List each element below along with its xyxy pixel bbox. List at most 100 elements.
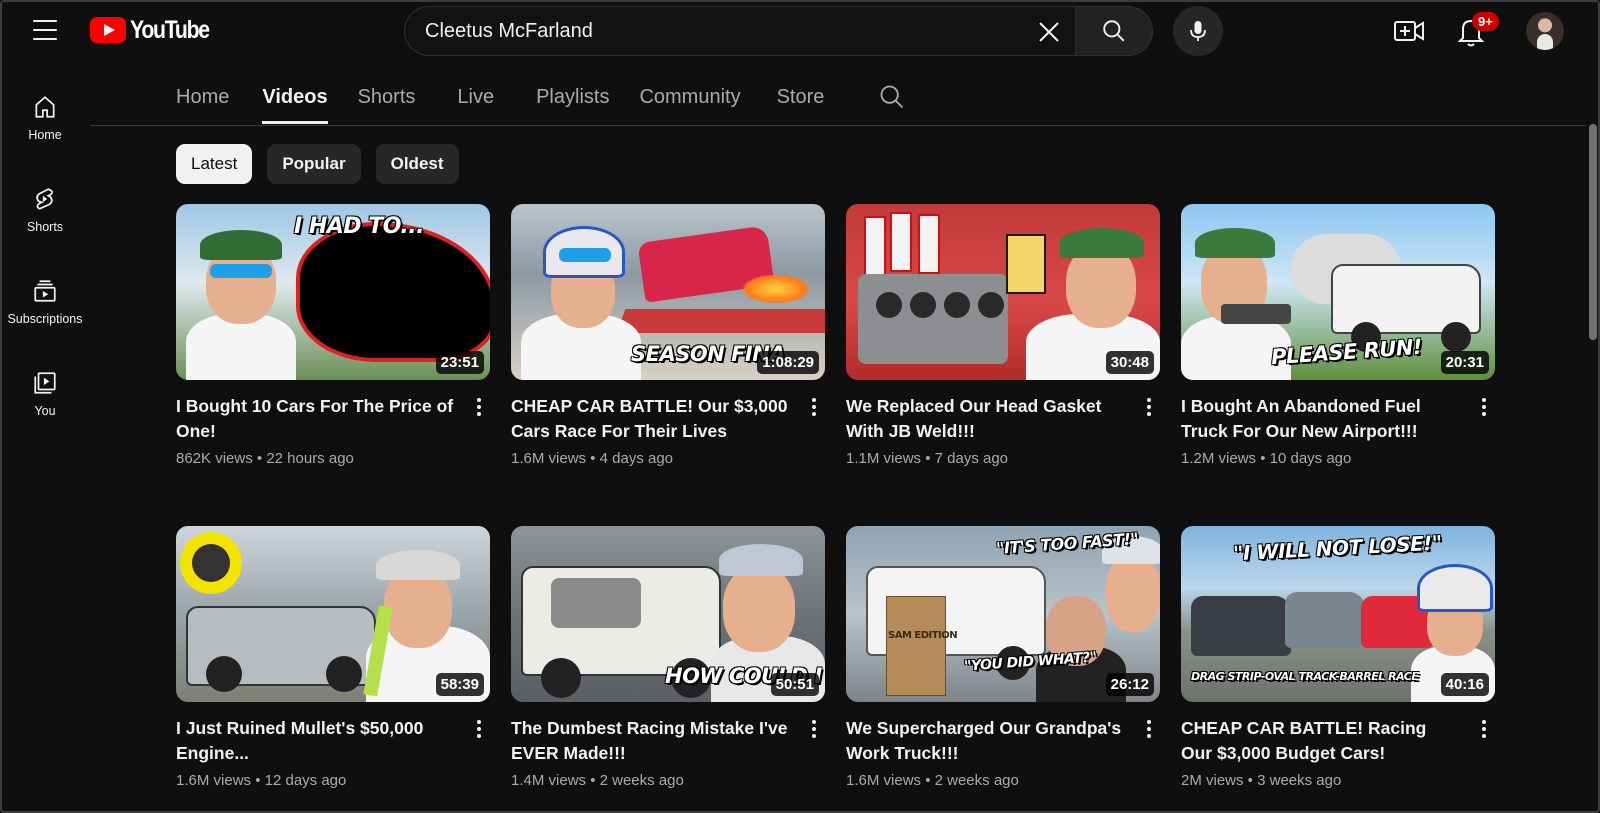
upload-age: 2 weeks ago: [934, 772, 1019, 789]
video-more-actions-icon[interactable]: [1473, 394, 1495, 420]
tabs-divider: [90, 125, 1586, 126]
microphone-icon: [1190, 21, 1206, 41]
youtube-logo[interactable]: YouTube: [90, 16, 223, 44]
video-details: CHEAP CAR BATTLE! Our $3,000 Cars Race F…: [511, 394, 825, 467]
tab-home[interactable]: Home: [176, 72, 229, 124]
view-count: 1.6M views: [846, 772, 922, 789]
search-button[interactable]: [1075, 6, 1153, 56]
video-thumbnail[interactable]: "I WILL NOT LOSE!" DRAG STRIP-OVAL TRACK…: [1181, 526, 1495, 702]
video-thumbnail[interactable]: HOW COULD I 50:51: [511, 526, 825, 702]
video-more-actions-icon[interactable]: [468, 716, 490, 742]
video-card: I HAD TO... 23:51 I Bought 10 Cars For T…: [176, 204, 490, 526]
video-title[interactable]: CHEAP CAR BATTLE! Our $3,000 Cars Race F…: [511, 394, 791, 444]
tab-community[interactable]: Community: [639, 72, 740, 124]
view-count: 1.6M views: [176, 772, 252, 789]
tab-live[interactable]: Live: [457, 72, 494, 124]
video-title[interactable]: The Dumbest Racing Mistake I've EVER Mad…: [511, 716, 791, 766]
channel-search-icon[interactable]: [878, 83, 906, 111]
video-duration: 50:51: [770, 673, 819, 696]
sidebar-item-subscriptions[interactable]: Subscriptions: [0, 264, 90, 356]
sidebar-item-shorts[interactable]: Shorts: [0, 172, 90, 264]
video-more-actions-icon[interactable]: [803, 394, 825, 420]
video-card: "I WILL NOT LOSE!" DRAG STRIP-OVAL TRACK…: [1181, 526, 1495, 813]
video-title[interactable]: I Bought 10 Cars For The Price of One!: [176, 394, 456, 444]
video-details: I Bought An Abandoned Fuel Truck For Our…: [1181, 394, 1495, 467]
page-scrollbar[interactable]: [1589, 124, 1597, 340]
account-avatar[interactable]: [1526, 12, 1564, 50]
video-title[interactable]: We Supercharged Our Grandpa's Work Truck…: [846, 716, 1126, 766]
home-icon: [35, 96, 55, 118]
video-more-actions-icon[interactable]: [803, 716, 825, 742]
tab-playlists[interactable]: Playlists: [536, 72, 609, 124]
video-duration: 23:51: [435, 351, 484, 374]
search-box: [404, 6, 1075, 56]
video-details: I Bought 10 Cars For The Price of One! 8…: [176, 394, 490, 467]
video-thumbnail[interactable]: 58:39: [176, 526, 490, 702]
sidebar-item-label: Home: [28, 128, 62, 142]
video-details: The Dumbest Racing Mistake I've EVER Mad…: [511, 716, 825, 789]
tab-store[interactable]: Store: [777, 72, 825, 124]
video-title[interactable]: We Replaced Our Head Gasket With JB Weld…: [846, 394, 1126, 444]
view-count: 862K views: [176, 450, 253, 467]
view-count: 2M views: [1181, 772, 1244, 789]
sidebar-item-label: You: [34, 404, 56, 418]
create-video-icon[interactable]: [1393, 16, 1425, 46]
video-card: PLEASE RUN! 20:31 I Bought An Abandoned …: [1181, 204, 1495, 526]
view-count: 1.6M views: [511, 450, 587, 467]
video-duration: 58:39: [435, 673, 484, 696]
upload-age: 4 days ago: [599, 450, 674, 467]
chip-oldest[interactable]: Oldest: [375, 144, 459, 184]
video-more-actions-icon[interactable]: [1138, 716, 1160, 742]
you-library-icon: [34, 372, 56, 394]
search-input[interactable]: [425, 19, 985, 43]
view-count: 1.2M views: [1181, 450, 1257, 467]
view-count: 1.4M views: [511, 772, 587, 789]
upload-age: 3 weeks ago: [1257, 772, 1342, 789]
video-duration: 1:08:29: [757, 351, 819, 374]
video-metadata: 1.6M views • 4 days ago: [511, 450, 674, 467]
video-card: SEASON FINA 1:08:29 CHEAP CAR BATTLE! Ou…: [511, 204, 825, 526]
video-metadata: 1.1M views • 7 days ago: [846, 450, 1009, 467]
tab-videos[interactable]: Videos: [262, 72, 328, 124]
video-more-actions-icon[interactable]: [1138, 394, 1160, 420]
chip-latest[interactable]: Latest: [176, 144, 253, 184]
video-details: We Replaced Our Head Gasket With JB Weld…: [846, 394, 1160, 467]
video-card: SAM EDITION "IT'S TOO FAST!" "YOU DID WH…: [846, 526, 1160, 813]
video-grid: I HAD TO... 23:51 I Bought 10 Cars For T…: [176, 204, 1495, 813]
clear-search-icon[interactable]: [1037, 20, 1061, 44]
chip-popular[interactable]: Popular: [267, 144, 361, 184]
box-label: SAM EDITION: [888, 630, 958, 641]
video-title[interactable]: I Just Ruined Mullet's $50,000 Engine...: [176, 716, 456, 766]
video-card: 58:39 I Just Ruined Mullet's $50,000 Eng…: [176, 526, 490, 813]
upload-age: 22 hours ago: [266, 450, 354, 467]
sort-chips: Latest Popular Oldest: [176, 144, 459, 184]
video-thumbnail[interactable]: 30:48: [846, 204, 1160, 380]
sidebar-item-you[interactable]: You: [0, 356, 90, 448]
video-more-actions-icon[interactable]: [1473, 716, 1495, 742]
search-icon: [1103, 20, 1125, 42]
upload-age: 12 days ago: [264, 772, 347, 789]
video-thumbnail[interactable]: SAM EDITION "IT'S TOO FAST!" "YOU DID WH…: [846, 526, 1160, 702]
video-thumbnail[interactable]: SEASON FINA 1:08:29: [511, 204, 825, 380]
video-details: I Just Ruined Mullet's $50,000 Engine...…: [176, 716, 490, 789]
video-card: HOW COULD I 50:51 The Dumbest Racing Mis…: [511, 526, 825, 813]
video-more-actions-icon[interactable]: [468, 394, 490, 420]
video-duration: 26:12: [1105, 673, 1154, 696]
video-card: 30:48 We Replaced Our Head Gasket With J…: [846, 204, 1160, 526]
sidebar-item-label: Shorts: [26, 220, 64, 234]
masthead: YouTube 9+: [0, 0, 1600, 64]
video-title[interactable]: I Bought An Abandoned Fuel Truck For Our…: [1181, 394, 1461, 444]
sidebar-item-home[interactable]: Home: [0, 80, 90, 172]
guide-menu-button[interactable]: [28, 16, 62, 44]
video-thumbnail[interactable]: I HAD TO... 23:51: [176, 204, 490, 380]
video-thumbnail[interactable]: PLEASE RUN! 20:31: [1181, 204, 1495, 380]
upload-age: 10 days ago: [1269, 450, 1352, 467]
thumbnail-text: "I WILL NOT LOSE!": [1232, 530, 1443, 566]
tab-shorts[interactable]: Shorts: [358, 72, 416, 124]
video-title[interactable]: CHEAP CAR BATTLE! Racing Our $3,000 Budg…: [1181, 716, 1461, 766]
voice-search-button[interactable]: [1173, 6, 1223, 56]
thumbnail-text: PLEASE RUN!: [1270, 334, 1423, 370]
video-metadata: 1.4M views • 2 weeks ago: [511, 772, 684, 789]
video-metadata: 1.6M views • 2 weeks ago: [846, 772, 1019, 789]
video-metadata: 1.6M views • 12 days ago: [176, 772, 347, 789]
